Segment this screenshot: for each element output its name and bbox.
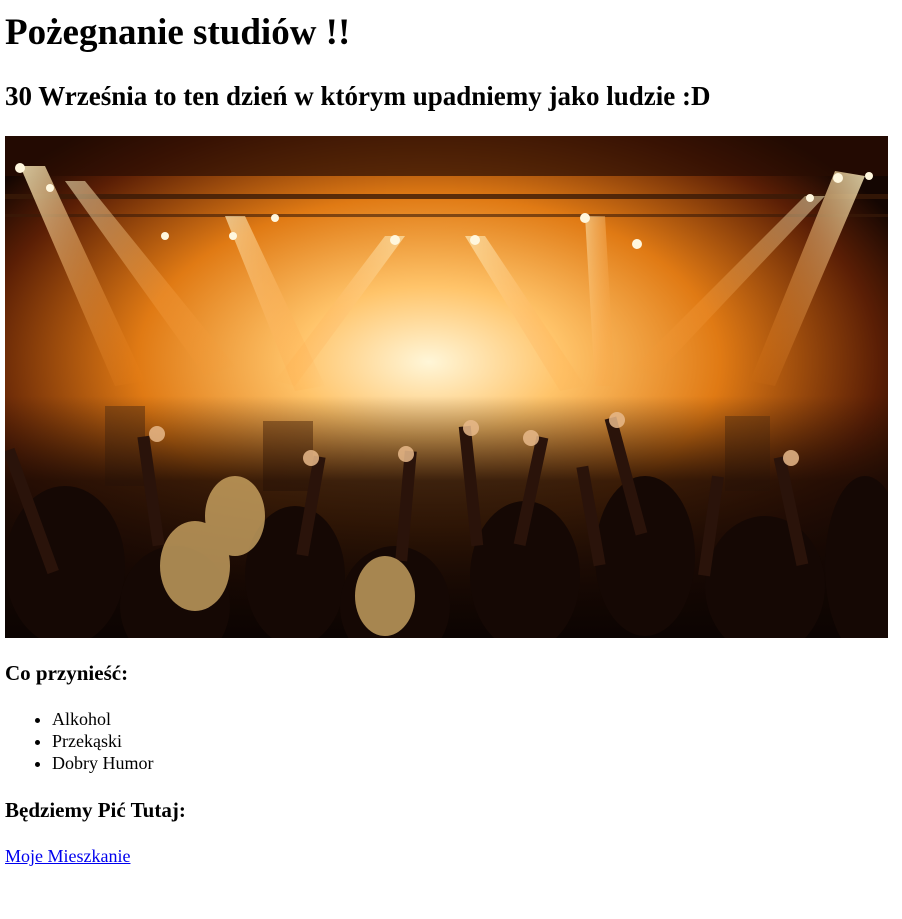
list-item: Dobry Humor	[52, 752, 154, 774]
location-link[interactable]: Moje Mieszkanie	[5, 845, 130, 867]
list-item: Przekąski	[52, 730, 154, 752]
page-title: Pożegnanie studiów !!	[5, 12, 351, 53]
list-item: Alkohol	[52, 708, 154, 730]
concert-crowd-image	[5, 136, 888, 638]
bring-list: Alkohol Przekąski Dobry Humor	[5, 708, 154, 774]
location-heading: Będziemy Pić Tutaj:	[5, 798, 186, 822]
page-subtitle: 30 Września to ten dzień w którym upadni…	[5, 81, 711, 111]
bring-heading: Co przynieść:	[5, 661, 129, 685]
